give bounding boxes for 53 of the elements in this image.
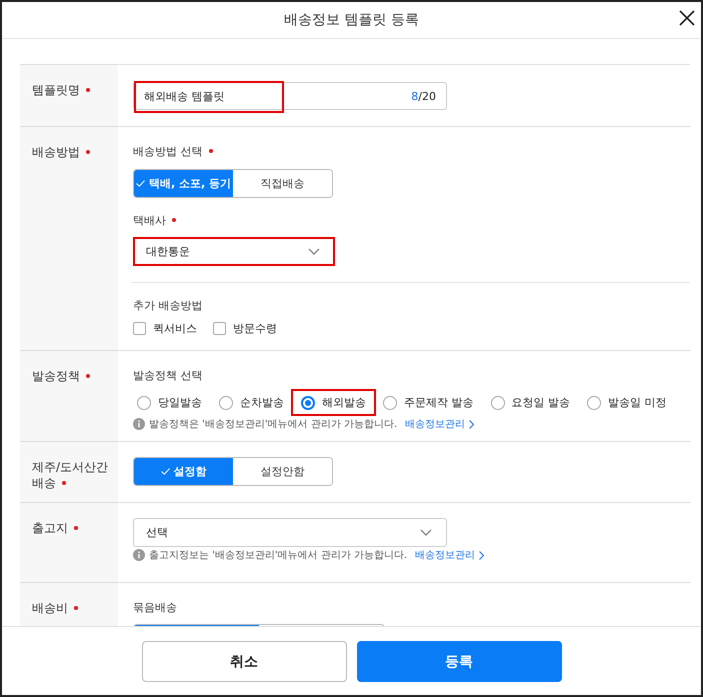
- info-icon: [133, 418, 145, 430]
- field-label: 템플릿명: [32, 83, 80, 97]
- template-name-field[interactable]: 해외배송 템플릿 8/20: [133, 82, 447, 110]
- submit-button[interactable]: 등록: [356, 641, 562, 682]
- chevron-right-icon: [469, 420, 474, 428]
- radio-label[interactable]: 순차발송: [240, 395, 284, 410]
- segment-option[interactable]: 택배, 소포, 등기: [134, 170, 233, 197]
- checkbox-label[interactable]: 퀵서비스: [153, 321, 197, 336]
- field-label: 배송비: [32, 601, 68, 615]
- cancel-button[interactable]: 취소: [142, 641, 346, 682]
- checkbox[interactable]: [133, 322, 146, 335]
- sub-label: 발송정책 선택: [133, 368, 202, 382]
- radio-label[interactable]: 해외발송: [322, 395, 366, 410]
- radio-button[interactable]: [587, 396, 601, 410]
- info-text: 출고지정보는 '배송정보관리'메뉴에서 관리가 가능합니다.: [149, 549, 408, 562]
- chevron-down-icon: [308, 248, 320, 255]
- sub-label: 배송방법 선택: [133, 144, 202, 158]
- field-value: 해외배송 템플릿: [144, 88, 224, 104]
- segment-option[interactable]: 설정함: [134, 458, 233, 485]
- checkbox-label[interactable]: 방문수령: [233, 321, 277, 336]
- field-label: 발송정책: [32, 369, 80, 383]
- radio-button[interactable]: [137, 396, 151, 410]
- radio-button[interactable]: [219, 396, 233, 410]
- select-value: 대한통운: [146, 244, 190, 259]
- radio-button[interactable]: [490, 396, 504, 410]
- check-icon: [160, 468, 170, 476]
- close-icon[interactable]: [679, 10, 695, 26]
- character-limit: /20: [418, 90, 436, 102]
- field-label: 출고지: [32, 521, 68, 535]
- info-text: 발송정책은 '배송정보관리'메뉴에서 관리가 가능합니다.: [149, 418, 398, 431]
- sub-label: 택배사: [133, 212, 166, 228]
- character-count: 8: [411, 90, 418, 102]
- radio-button[interactable]: [301, 396, 315, 410]
- radio-label[interactable]: 요청일 발송: [512, 395, 570, 410]
- info-icon: [133, 549, 145, 561]
- settings-link[interactable]: 배송정보관리: [415, 548, 476, 562]
- radio-label[interactable]: 당일발송: [158, 395, 202, 410]
- field-label: 배송방법: [32, 145, 80, 159]
- window-title: 배송정보 템플릿 등록: [284, 11, 419, 29]
- radio-label[interactable]: 발송일 미정: [608, 395, 666, 410]
- sub-label: 추가 배송방법: [133, 298, 202, 312]
- sub-label: 묶음배송: [133, 600, 177, 614]
- select-value: 선택: [146, 525, 168, 540]
- courier-select[interactable]: 대한통운: [133, 237, 335, 266]
- radio-label[interactable]: 주문제작 발송: [404, 395, 474, 410]
- field-label: 제주/도서산간 배송: [32, 460, 108, 490]
- check-icon: [136, 180, 145, 188]
- chevron-down-icon: [420, 529, 432, 536]
- radio-button[interactable]: [383, 396, 397, 410]
- warehouse-select[interactable]: 선택: [133, 518, 447, 547]
- checkbox[interactable]: [213, 322, 226, 335]
- settings-link[interactable]: 배송정보관리: [405, 417, 466, 431]
- chevron-right-icon: [479, 550, 484, 560]
